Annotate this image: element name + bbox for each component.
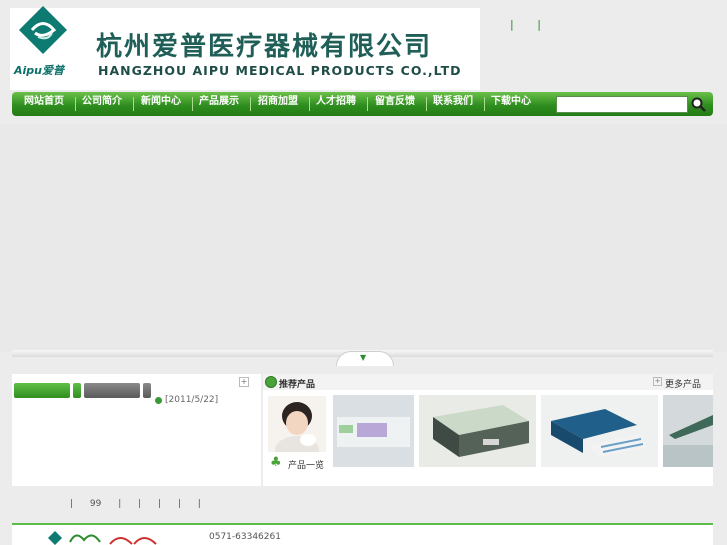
footer-links[interactable]: | 99 | | | | |: [70, 499, 201, 509]
nav-item-home[interactable]: 网站首页: [24, 92, 64, 116]
footer-logo-icon: [48, 531, 157, 545]
more-products-link[interactable]: 更多产品: [665, 377, 701, 390]
nav-item-about[interactable]: 公司简介: [82, 92, 122, 116]
top-links[interactable]: | |: [510, 18, 551, 31]
logo-icon[interactable]: [18, 5, 68, 55]
footer-phone: 0571-63346261: [209, 532, 281, 542]
product-image[interactable]: [333, 395, 414, 467]
nav-separator: [426, 97, 427, 111]
nav-separator: [133, 97, 134, 111]
product-image[interactable]: [541, 395, 658, 467]
clover-icon: ♣: [270, 455, 282, 470]
nav-separator: [192, 97, 193, 111]
nav-separator: [309, 97, 310, 111]
logo-text-cn: 爱普: [42, 64, 64, 77]
nav-item-news[interactable]: 新闻中心: [141, 92, 181, 116]
product-image[interactable]: [419, 395, 536, 467]
product-list-label[interactable]: 产品一览: [288, 458, 324, 471]
search-input[interactable]: [556, 96, 688, 113]
news-tab-edge[interactable]: [143, 383, 151, 398]
search-button[interactable]: [688, 95, 710, 113]
company-name-cn: 杭州爱普医疗器械有限公司: [96, 32, 433, 62]
nav-item-jobs[interactable]: 人才招聘: [316, 92, 356, 116]
nav-item-download[interactable]: 下载中心: [491, 92, 531, 116]
logo-text-en: Aipu: [14, 64, 42, 77]
news-more-icon[interactable]: +: [239, 377, 249, 387]
nav-item-contact[interactable]: 联系我们: [433, 92, 473, 116]
products-header: [263, 374, 713, 390]
products-title-icon: [265, 376, 277, 388]
news-tab-active[interactable]: [14, 383, 70, 398]
nav-separator: [250, 97, 251, 111]
bullet-icon: [155, 397, 162, 404]
nav-separator: [75, 97, 76, 111]
nav-separator: [484, 97, 485, 111]
banner-area: [0, 124, 727, 352]
logo-text: Aipu爱普: [14, 62, 64, 78]
nav-item-feedback[interactable]: 留言反馈: [375, 92, 415, 116]
nav-item-products[interactable]: 产品展示: [199, 92, 239, 116]
news-tab-inactive[interactable]: [84, 383, 140, 398]
products-title: 推荐产品: [279, 380, 316, 390]
news-date: [2011/5/22]: [165, 395, 219, 405]
news-tab-edge[interactable]: [73, 383, 81, 398]
nav-item-franchise[interactable]: 招商加盟: [258, 92, 298, 116]
company-name-en: HANGZHOU AIPU MEDICAL PRODUCTS CO.,LTD: [98, 63, 462, 78]
nav-separator: [367, 97, 368, 111]
magnifier-icon: [691, 97, 706, 112]
chevron-down-icon: ▼: [360, 353, 367, 362]
more-icon[interactable]: +: [653, 377, 662, 386]
product-image[interactable]: [663, 395, 713, 467]
child-photo: [268, 396, 326, 452]
